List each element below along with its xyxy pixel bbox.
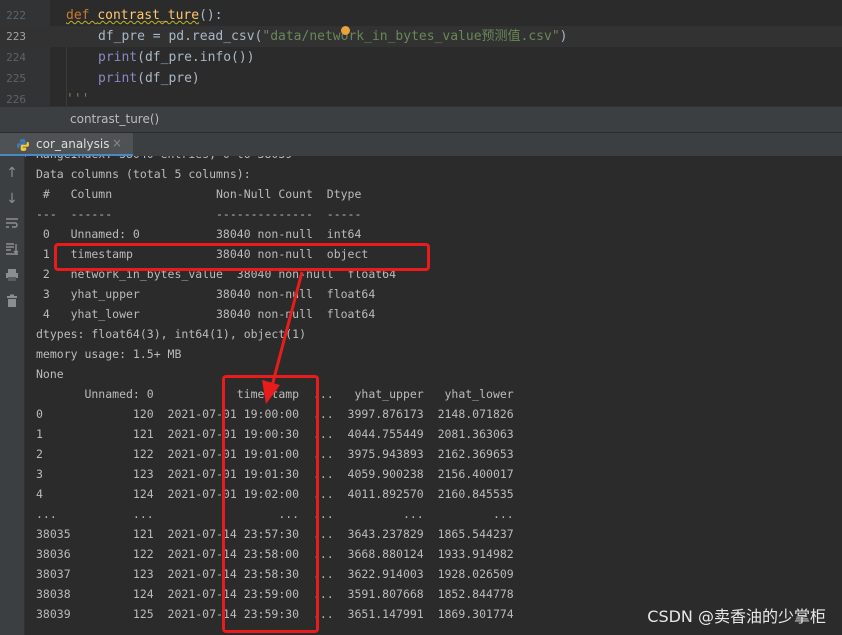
console-line: dtypes: float64(3), int64(1), object(1) [36, 327, 307, 341]
console-line: 3 yhat_upper 38040 non-null float64 [36, 287, 376, 301]
annotation-box-dtype-row [54, 243, 430, 271]
breadcrumb-function[interactable]: contrast_ture() [70, 112, 159, 126]
run-tab-bar: cor_analysis × [0, 132, 842, 157]
console-line: memory usage: 1.5+ MB [36, 347, 182, 361]
code-line[interactable]: 226 ''' [0, 89, 842, 106]
console-line: 4 yhat_lower 38040 non-null float64 [36, 307, 376, 321]
code-line[interactable]: 224 print(df_pre.info()) [0, 47, 842, 68]
trash-icon[interactable] [3, 294, 21, 312]
code-text[interactable]: df_pre = pd.read_csv("data/network_in_by… [98, 26, 567, 47]
scroll-to-end-icon[interactable] [3, 242, 21, 260]
annotation-box-timestamp-column [222, 375, 319, 633]
code-text[interactable]: print(df_pre) [98, 68, 200, 89]
line-number: 223 [6, 30, 26, 43]
console-output[interactable]: RangeIndex: 38040 entries, 0 to 38039 Da… [26, 156, 842, 635]
run-toolbar: ↑ ↓ [0, 156, 25, 635]
console-line: 0 Unnamed: 0 38040 non-null int64 [36, 227, 376, 241]
line-number: 222 [6, 9, 26, 22]
python-file-icon [17, 139, 29, 151]
console-line: RangeIndex: 38040 entries, 0 to 38039 [36, 156, 292, 164]
code-editor[interactable]: 222 def contrast_ture(): 223 df_pre = pd… [0, 0, 842, 106]
console-line: # Column Non-Null Count Dtype [36, 187, 376, 201]
down-arrow-icon[interactable]: ↓ [3, 190, 21, 208]
code-text[interactable]: ''' [66, 89, 89, 106]
line-number: 224 [6, 51, 26, 64]
code-text[interactable]: print(df_pre.info()) [98, 47, 255, 68]
console-line: --- ------ -------------- ----- [36, 207, 376, 221]
run-tab-cor-analysis[interactable]: cor_analysis × [0, 133, 133, 157]
run-tab-label: cor_analysis [36, 137, 110, 151]
breadcrumb: contrast_ture() [0, 106, 842, 133]
code-text[interactable]: def contrast_ture(): [66, 5, 223, 26]
code-line[interactable]: 222 def contrast_ture(): [0, 5, 842, 26]
soft-wrap-icon[interactable] [3, 216, 21, 234]
up-arrow-icon[interactable]: ↑ [3, 164, 21, 182]
code-line-current[interactable]: 223 df_pre = pd.read_csv("data/network_i… [0, 26, 842, 47]
print-icon[interactable] [3, 268, 21, 286]
code-line[interactable]: 225 print(df_pre) [0, 68, 842, 89]
intention-bulb-icon[interactable] [341, 26, 350, 35]
watermark: CSDN @卖香油的少掌柜 [647, 607, 826, 626]
line-number: 226 [6, 93, 26, 106]
close-tab-icon[interactable]: × [112, 136, 122, 150]
console-line: Data columns (total 5 columns): [36, 167, 251, 181]
console-line: None [36, 367, 64, 381]
line-number: 225 [6, 72, 26, 85]
